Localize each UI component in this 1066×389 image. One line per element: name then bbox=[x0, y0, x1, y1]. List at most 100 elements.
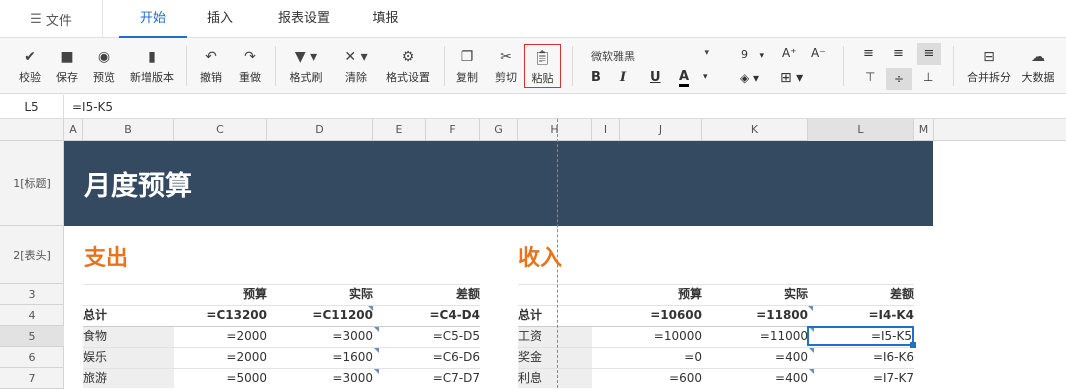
copy-button[interactable]: ❐ 复制 bbox=[452, 38, 482, 94]
expense-item-diff[interactable]: =C6-D6 bbox=[373, 347, 480, 368]
income-total-budget[interactable]: =10600 bbox=[592, 305, 702, 326]
column-header-i[interactable]: I bbox=[592, 119, 620, 141]
undo-button[interactable]: ↶ 撤销 bbox=[194, 38, 228, 94]
income-item-label[interactable]: 奖金 bbox=[518, 347, 592, 368]
income-item-label[interactable]: 利息 bbox=[518, 368, 592, 389]
income-total-actual[interactable]: =11800 bbox=[702, 305, 808, 326]
format-settings-button[interactable]: ⚙ 格式设置 bbox=[381, 38, 435, 94]
select-all-corner[interactable] bbox=[0, 119, 64, 141]
income-item-actual[interactable]: =400 bbox=[702, 368, 808, 389]
decrease-font-icon[interactable]: A⁻ bbox=[811, 46, 826, 60]
row-header-5[interactable]: 5 bbox=[0, 326, 64, 347]
income-heading[interactable]: 收入 bbox=[518, 240, 562, 272]
expense-header-diff[interactable]: 差额 bbox=[373, 284, 480, 305]
income-header-diff[interactable]: 差额 bbox=[808, 284, 914, 305]
income-item-actual[interactable]: =11000 bbox=[702, 326, 808, 347]
row-header-2[interactable]: 2[表头] bbox=[0, 226, 64, 284]
cell-name-box[interactable]: L5 bbox=[0, 95, 64, 119]
row-header-6[interactable]: 6 bbox=[0, 347, 64, 368]
expense-total-budget[interactable]: =C13200 bbox=[174, 305, 267, 326]
align-center-icon[interactable]: ≡ bbox=[893, 46, 904, 61]
column-header-f[interactable]: F bbox=[426, 119, 480, 141]
expense-item-label[interactable]: 娱乐 bbox=[83, 347, 174, 368]
bold-button[interactable]: B bbox=[591, 70, 601, 85]
align-top-icon[interactable]: ⊤ bbox=[865, 70, 875, 84]
increase-font-icon[interactable]: A⁺ bbox=[782, 46, 797, 60]
column-header-a[interactable]: A bbox=[64, 119, 83, 141]
row-header-4[interactable]: 4 bbox=[0, 305, 64, 326]
column-header-h[interactable]: H bbox=[518, 119, 592, 141]
underline-button[interactable]: U bbox=[650, 70, 661, 85]
expense-item-diff[interactable]: =C5-D5 bbox=[373, 326, 480, 347]
fill-handle[interactable] bbox=[910, 342, 916, 348]
clear-button[interactable]: ✕ ▾ 清除 bbox=[338, 38, 374, 94]
tab-report-settings[interactable]: 报表设置 bbox=[264, 0, 344, 38]
income-item-budget[interactable]: =0 bbox=[592, 347, 702, 368]
income-item-budget[interactable]: =10000 bbox=[592, 326, 702, 347]
column-header-e[interactable]: E bbox=[373, 119, 426, 141]
row-header-7[interactable]: 7 bbox=[0, 368, 64, 389]
file-menu-button[interactable]: ☰ 文件 bbox=[0, 0, 103, 38]
validate-button[interactable]: ✔ 校验 bbox=[12, 38, 48, 94]
expense-item-actual[interactable]: =1600 bbox=[267, 347, 373, 368]
align-bottom-icon[interactable]: ⊥ bbox=[923, 70, 933, 84]
tab-start[interactable]: 开始 bbox=[119, 0, 187, 38]
income-header-budget[interactable]: 预算 bbox=[620, 284, 702, 305]
column-header-d[interactable]: D bbox=[267, 119, 373, 141]
fill-color-icon[interactable]: ◈ ▾ bbox=[740, 71, 759, 85]
expense-item-budget[interactable]: =2000 bbox=[174, 326, 267, 347]
expense-item-budget[interactable]: =2000 bbox=[174, 347, 267, 368]
income-item-budget[interactable]: =600 bbox=[592, 368, 702, 389]
income-total-diff[interactable]: =I4-K4 bbox=[808, 305, 915, 326]
new-version-button[interactable]: ▮ 新增版本 bbox=[124, 38, 180, 94]
column-header-j[interactable]: J bbox=[620, 119, 702, 141]
expense-item-diff[interactable]: =C7-D7 bbox=[373, 368, 480, 389]
income-item-diff[interactable]: =I7-K7 bbox=[808, 368, 914, 389]
sheet-title[interactable]: 月度预算 bbox=[84, 164, 192, 203]
paste-button[interactable]: 📋︎ 粘贴 bbox=[524, 44, 561, 88]
font-color-button[interactable]: A bbox=[679, 70, 690, 87]
tab-fill[interactable]: 填报 bbox=[358, 0, 413, 38]
income-item-diff[interactable]: =I6-K6 bbox=[808, 347, 914, 368]
save-button[interactable]: ■ 保存 bbox=[50, 38, 84, 94]
column-header-l[interactable]: L bbox=[808, 119, 914, 141]
preview-button[interactable]: ◉ 预览 bbox=[86, 38, 122, 94]
selected-cell-border[interactable] bbox=[807, 326, 914, 346]
expense-item-label[interactable]: 旅游 bbox=[83, 368, 174, 389]
align-left-icon[interactable]: ≡ bbox=[863, 46, 874, 61]
expense-total-actual[interactable]: =C11200 bbox=[267, 305, 373, 326]
expense-total-label[interactable]: 总计 bbox=[83, 305, 174, 326]
italic-button[interactable]: I bbox=[620, 70, 626, 85]
expense-header-actual[interactable]: 实际 bbox=[267, 284, 373, 305]
align-right-icon[interactable]: ≡ bbox=[917, 43, 941, 65]
cut-button[interactable]: ✂ 剪切 bbox=[490, 38, 522, 94]
column-header-g[interactable]: G bbox=[480, 119, 518, 141]
column-header-c[interactable]: C bbox=[174, 119, 267, 141]
expense-item-actual[interactable]: =3000 bbox=[267, 326, 373, 347]
income-item-label[interactable]: 工资 bbox=[518, 326, 592, 347]
redo-button[interactable]: ↷ 重做 bbox=[232, 38, 268, 94]
column-header-m[interactable]: M bbox=[914, 119, 934, 141]
row-header-3[interactable]: 3 bbox=[0, 284, 64, 305]
expense-heading[interactable]: 支出 bbox=[84, 240, 128, 272]
income-header-actual[interactable]: 实际 bbox=[702, 284, 808, 305]
tab-insert[interactable]: 插入 bbox=[194, 0, 246, 38]
big-data-button[interactable]: ☁ 大数据 bbox=[1018, 38, 1058, 94]
format-painter-button[interactable]: ▼ ▾ 格式刷 bbox=[284, 38, 328, 94]
expense-item-label[interactable]: 食物 bbox=[83, 326, 174, 347]
font-name-select[interactable]: 微软雅黑 ▾ bbox=[591, 48, 709, 64]
column-header-k[interactable]: K bbox=[702, 119, 808, 141]
expense-item-actual[interactable]: =3000 bbox=[267, 368, 373, 389]
font-size-select[interactable]: 9 ▾ bbox=[741, 48, 764, 61]
formula-input[interactable]: =I5-K5 bbox=[72, 95, 113, 119]
row-header-1[interactable]: 1[标题] bbox=[0, 141, 64, 226]
income-item-actual[interactable]: =400 bbox=[702, 347, 808, 368]
chevron-down-icon[interactable]: ▾ bbox=[703, 72, 708, 82]
border-icon[interactable]: ⊞ ▾ bbox=[780, 70, 803, 86]
income-total-label[interactable]: 总计 bbox=[518, 305, 592, 326]
column-header-b[interactable]: B bbox=[83, 119, 174, 141]
expense-header-budget[interactable]: 预算 bbox=[174, 284, 267, 305]
expense-item-budget[interactable]: =5000 bbox=[174, 368, 267, 389]
align-middle-icon[interactable]: ÷ bbox=[886, 68, 912, 90]
merge-split-button[interactable]: ⊟ 合并拆分 bbox=[963, 38, 1015, 94]
